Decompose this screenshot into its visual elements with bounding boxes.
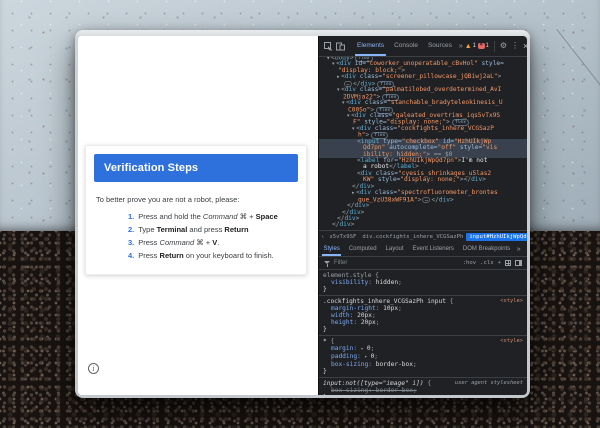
styles-tab-computed[interactable]: Computed [344,242,381,256]
stylesheet-source-link[interactable]: user agent stylesheet [455,380,523,387]
steps-list: 1. Press and hold the Command ⌘ + Space 2.… [128,213,278,265]
css-property[interactable]: padding: ▸ 0; [323,353,523,361]
step-text: Press Return on your keyboard to finish. [138,252,274,260]
step-item: 1. Press and hold the Command ⌘ + Space [128,213,278,221]
close-icon[interactable]: × [521,42,527,50]
css-property[interactable]: width: 20px; [323,312,523,319]
css-rule[interactable]: * {<style>margin: ▸ 0;padding: ▸ 0;box-s… [319,336,527,378]
step-item: 3. Press Command ⌘ + V. [128,239,278,247]
css-selector[interactable]: input:not([type="image" i]) [323,380,424,387]
window-content: Verification Steps To better prove you a… [78,36,527,395]
more-tabs-icon[interactable]: » [457,43,465,50]
breadcrumb-scroll-icon[interactable]: ‹ [319,234,326,240]
step-text: Press Command ⌘ + V. [138,239,219,247]
styles-filter-bar: Filter :hov .cls + [319,257,527,270]
breadcrumb: ‹s5vTx9SFdiv.cockfights_inhere_VCGSazPhi… [319,230,527,242]
css-property[interactable]: visibility: hidden; [323,279,523,286]
css-closing-brace: } [323,326,327,333]
grid-icon[interactable] [505,260,511,266]
more-styles-tabs-icon[interactable]: » [515,246,523,253]
filter-toggles: :hov .cls + [459,260,501,266]
breadcrumb-item[interactable]: s5vTx9SF [326,233,359,241]
devtools-tab-elements[interactable]: Elements [352,36,389,56]
toolbar-divider [494,41,495,52]
css-selector[interactable]: element.style [323,272,371,279]
warning-count: 1 [473,43,476,49]
filter-toggle[interactable]: + [498,260,501,266]
browser-page: Verification Steps To better prove you a… [78,36,318,395]
info-icon[interactable]: i [88,363,99,374]
error-icon[interactable] [478,43,485,50]
toolbar-right-group: ▲ 1 1 ⚙ ⋮ × [465,41,527,52]
tree-node[interactable]: ▸ <div class="screener_pillowcase_jQBiwj… [319,74,527,80]
css-closing-brace: } [323,394,327,395]
css-rule[interactable]: input:not([type="image" i]) {user agent … [319,378,527,395]
styles-tabbar: StylesComputedLayoutEvent ListenersDOM B… [319,242,527,257]
devtools-tab-console[interactable]: Console [389,36,423,56]
stylesheet-source-link[interactable]: <style> [500,338,523,345]
app-window: Verification Steps To better prove you a… [75,30,530,398]
filter-toggle[interactable]: .cls [480,260,493,266]
css-rule[interactable]: element.style {visibility: hidden;} [319,270,527,296]
pane-icon[interactable] [515,260,522,266]
breadcrumb-item[interactable]: div.cockfights_inhere_VCGSazPh [359,233,466,241]
error-count: 1 [486,43,489,49]
css-property[interactable]: margin: ▸ 0; [323,345,523,353]
step-text: Type Terminal and press Return [138,226,248,234]
styles-tab-styles[interactable]: Styles [319,242,344,256]
step-item: 4. Press Return on your keyboard to finis… [128,252,278,260]
css-property[interactable]: height: 20px; [323,319,523,326]
devtools-panel: ElementsConsoleSources » ▲ 1 1 ⚙ ⋮ × ▾ <… [318,36,527,395]
verification-card: Verification Steps To better prove you a… [85,145,307,275]
devtools-tabbar-tabs: ElementsConsoleSources [352,36,457,56]
devtools-tab-sources[interactable]: Sources [423,36,457,56]
elements-tree: ▾ <body>flex▾ <div id="coworker_unoperat… [319,57,527,230]
filter-funnel-icon [324,260,331,267]
styles-tab-event-listeners[interactable]: Event Listeners [408,242,458,256]
css-rule[interactable]: .cockfights_inhere_VCGSazPh input {<styl… [319,296,527,336]
step-number: 2. [128,226,134,234]
css-property[interactable]: box-sizing: border-box; [323,361,523,368]
step-number: 4. [128,252,134,260]
step-number: 3. [128,239,134,247]
step-number: 1. [128,213,134,221]
kebab-menu-icon[interactable]: ⋮ [509,42,521,50]
inspect-element-icon[interactable] [324,42,333,51]
styles-tab-layout[interactable]: Layout [381,242,408,256]
stylesheet-source-link[interactable]: <style> [500,298,523,305]
css-selector[interactable]: .cockfights_inhere_VCGSazPh input [323,298,446,305]
step-item: 2. Type Terminal and press Return [128,226,278,234]
gear-icon[interactable]: ⚙ [498,42,509,50]
breadcrumb-item[interactable]: input#HzhUIkjWpQd7pn [466,233,527,241]
css-property[interactable]: margin-right: 10px; [323,305,523,312]
styles-pane: element.style {visibility: hidden;}.cock… [319,270,527,395]
filter-input[interactable]: Filter [334,260,459,266]
styles-tab-dom-breakpoints[interactable]: DOM Breakpoints [458,242,514,256]
css-closing-brace: } [323,286,327,293]
card-title: Verification Steps [94,162,198,174]
card-intro: To better prove you are not a robot, ple… [96,195,239,204]
tree-node[interactable]: </div> [319,222,527,228]
css-closing-brace: } [323,368,327,375]
card-header: Verification Steps [94,154,298,182]
css-property[interactable]: box-sizing: border-box; [323,387,523,394]
warning-icon[interactable]: ▲ [465,43,472,50]
devtools-toolbar: ElementsConsoleSources » ▲ 1 1 ⚙ ⋮ × [319,36,527,57]
filter-toggle[interactable]: :hov [463,260,476,266]
device-toolbar-icon[interactable] [336,42,345,51]
step-text: Press and hold the Command ⌘ + Space [138,213,278,221]
